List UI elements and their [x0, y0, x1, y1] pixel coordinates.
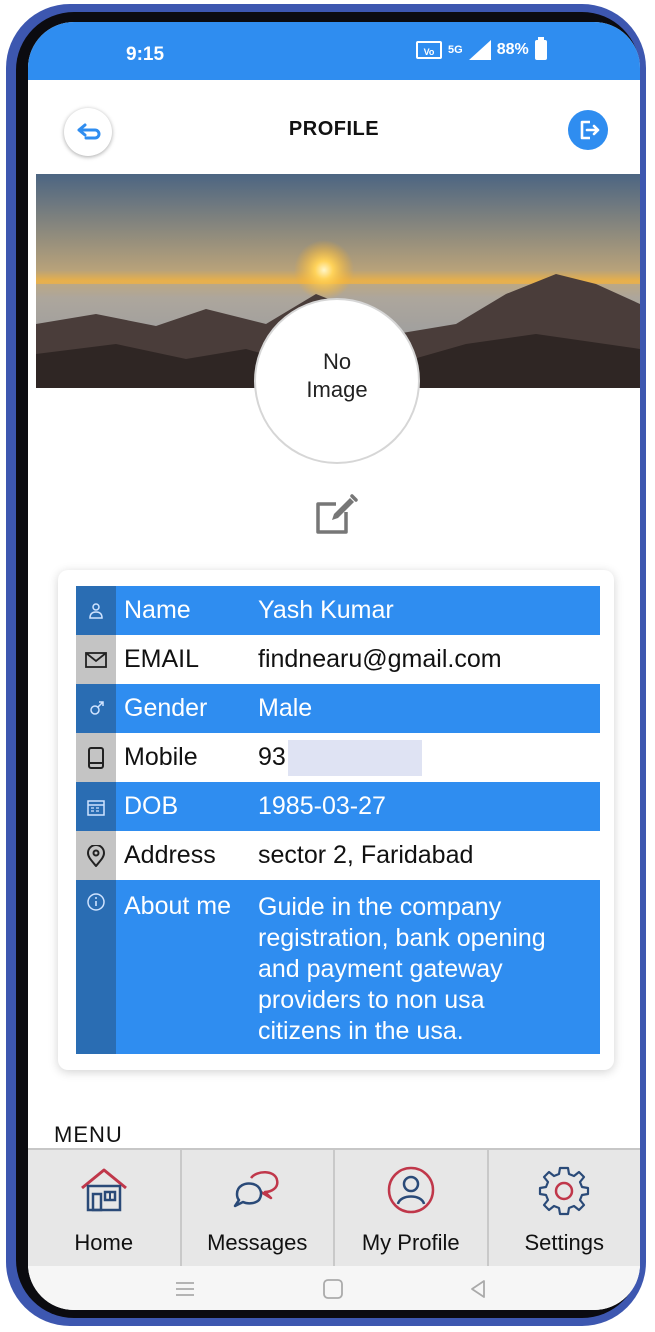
- location-icon: [76, 831, 116, 880]
- row-value: sector 2, Faridabad: [258, 841, 474, 869]
- row-label: EMAIL: [124, 645, 200, 673]
- row-label: Name: [124, 596, 191, 624]
- status-bar: 9:15 Vo 5G 88%: [28, 22, 640, 80]
- row-label: Mobile: [124, 743, 198, 771]
- row-label: About me: [124, 892, 232, 920]
- nav-settings[interactable]: Settings: [486, 1150, 641, 1268]
- about-line: registration, bank opening: [258, 924, 546, 952]
- info-icon: [76, 880, 116, 1054]
- avatar-text-line2: Image: [306, 377, 368, 402]
- menu-section-label: MENU: [54, 1122, 123, 1147]
- gender-icon: [76, 684, 116, 733]
- profile-row-email: EMAIL findnearu@gmail.com: [76, 635, 600, 684]
- phone-icon: [76, 733, 116, 782]
- row-value: 93: [258, 733, 600, 782]
- about-line: and payment gateway: [258, 955, 503, 983]
- nav-messages[interactable]: Messages: [179, 1150, 334, 1268]
- nav-label: Settings: [524, 1230, 605, 1255]
- row-label: DOB: [124, 792, 179, 820]
- signal-icon: [468, 40, 491, 60]
- person-icon: [76, 586, 116, 635]
- volume-button: [6, 276, 16, 326]
- avatar-text-line1: No: [322, 349, 352, 374]
- recent-apps-icon[interactable]: [174, 1280, 196, 1298]
- row-value: findnearu@gmail.com: [258, 645, 502, 673]
- profile-row-mobile: Mobile 93: [76, 733, 600, 782]
- nav-label: Home: [74, 1230, 134, 1255]
- profile-row-address: Address sector 2, Faridabad: [76, 831, 600, 880]
- nav-label: My Profile: [361, 1230, 460, 1255]
- messages-icon: [234, 1171, 279, 1208]
- status-icons: Vo 5G 88%: [416, 37, 547, 60]
- app-header: PROFILE: [28, 80, 640, 170]
- row-value: 1985-03-27: [258, 792, 386, 820]
- nav-my-profile[interactable]: My Profile: [333, 1150, 487, 1268]
- gear-icon: [539, 1166, 590, 1216]
- mobile-number: 93: [258, 743, 286, 771]
- page-title: PROFILE: [288, 118, 380, 140]
- profile-row-gender: Gender Male: [76, 684, 600, 733]
- row-value: Yash Kumar: [258, 596, 394, 624]
- about-line: Guide in the company: [258, 893, 502, 921]
- system-navigation-bar: [28, 1266, 640, 1310]
- row-label: Address: [124, 841, 216, 869]
- profile-details-list: Name Yash Kumar EMAIL findnearu@gmail.co…: [76, 586, 600, 1054]
- home-button-icon[interactable]: [322, 1278, 344, 1300]
- mail-icon: [76, 635, 116, 684]
- app-screen: 9:15 Vo 5G 88% PROFILE No Image Name Yas…: [28, 22, 640, 1310]
- row-value: Guide in the company registration, bank …: [258, 880, 600, 1054]
- volte-icon: Vo: [416, 41, 442, 59]
- network-label: 5G: [448, 44, 463, 56]
- profile-row-about: About me Guide in the company registrati…: [76, 880, 600, 1054]
- calendar-icon: [76, 782, 116, 831]
- row-value: Male: [258, 694, 313, 722]
- profile-avatar[interactable]: No Image: [254, 298, 420, 464]
- user-icon: [387, 1166, 434, 1214]
- profile-row-name: Name Yash Kumar: [76, 586, 600, 635]
- power-button: [6, 376, 16, 472]
- nav-label: Messages: [207, 1230, 308, 1255]
- nav-home[interactable]: Home: [28, 1150, 180, 1268]
- battery-percent: 88%: [496, 41, 529, 58]
- profile-info-card: Name Yash Kumar EMAIL findnearu@gmail.co…: [58, 570, 614, 1070]
- edit-icon: [316, 494, 358, 534]
- edit-profile-button[interactable]: [310, 488, 362, 540]
- battery-icon: [534, 37, 547, 60]
- status-time: 9:15: [126, 44, 165, 65]
- home-icon: [80, 1168, 127, 1212]
- about-line: citizens in the usa.: [258, 1017, 464, 1045]
- redacted-block: [287, 739, 422, 776]
- row-label: Gender: [124, 694, 208, 722]
- bottom-navigation: Home Messages My Profile Settings: [28, 1148, 640, 1268]
- profile-row-dob: DOB 1985-03-27: [76, 782, 600, 831]
- logout-button[interactable]: [568, 110, 608, 150]
- about-line: providers to non usa: [258, 986, 485, 1014]
- back-triangle-icon[interactable]: [468, 1278, 488, 1300]
- logout-icon: [580, 120, 600, 140]
